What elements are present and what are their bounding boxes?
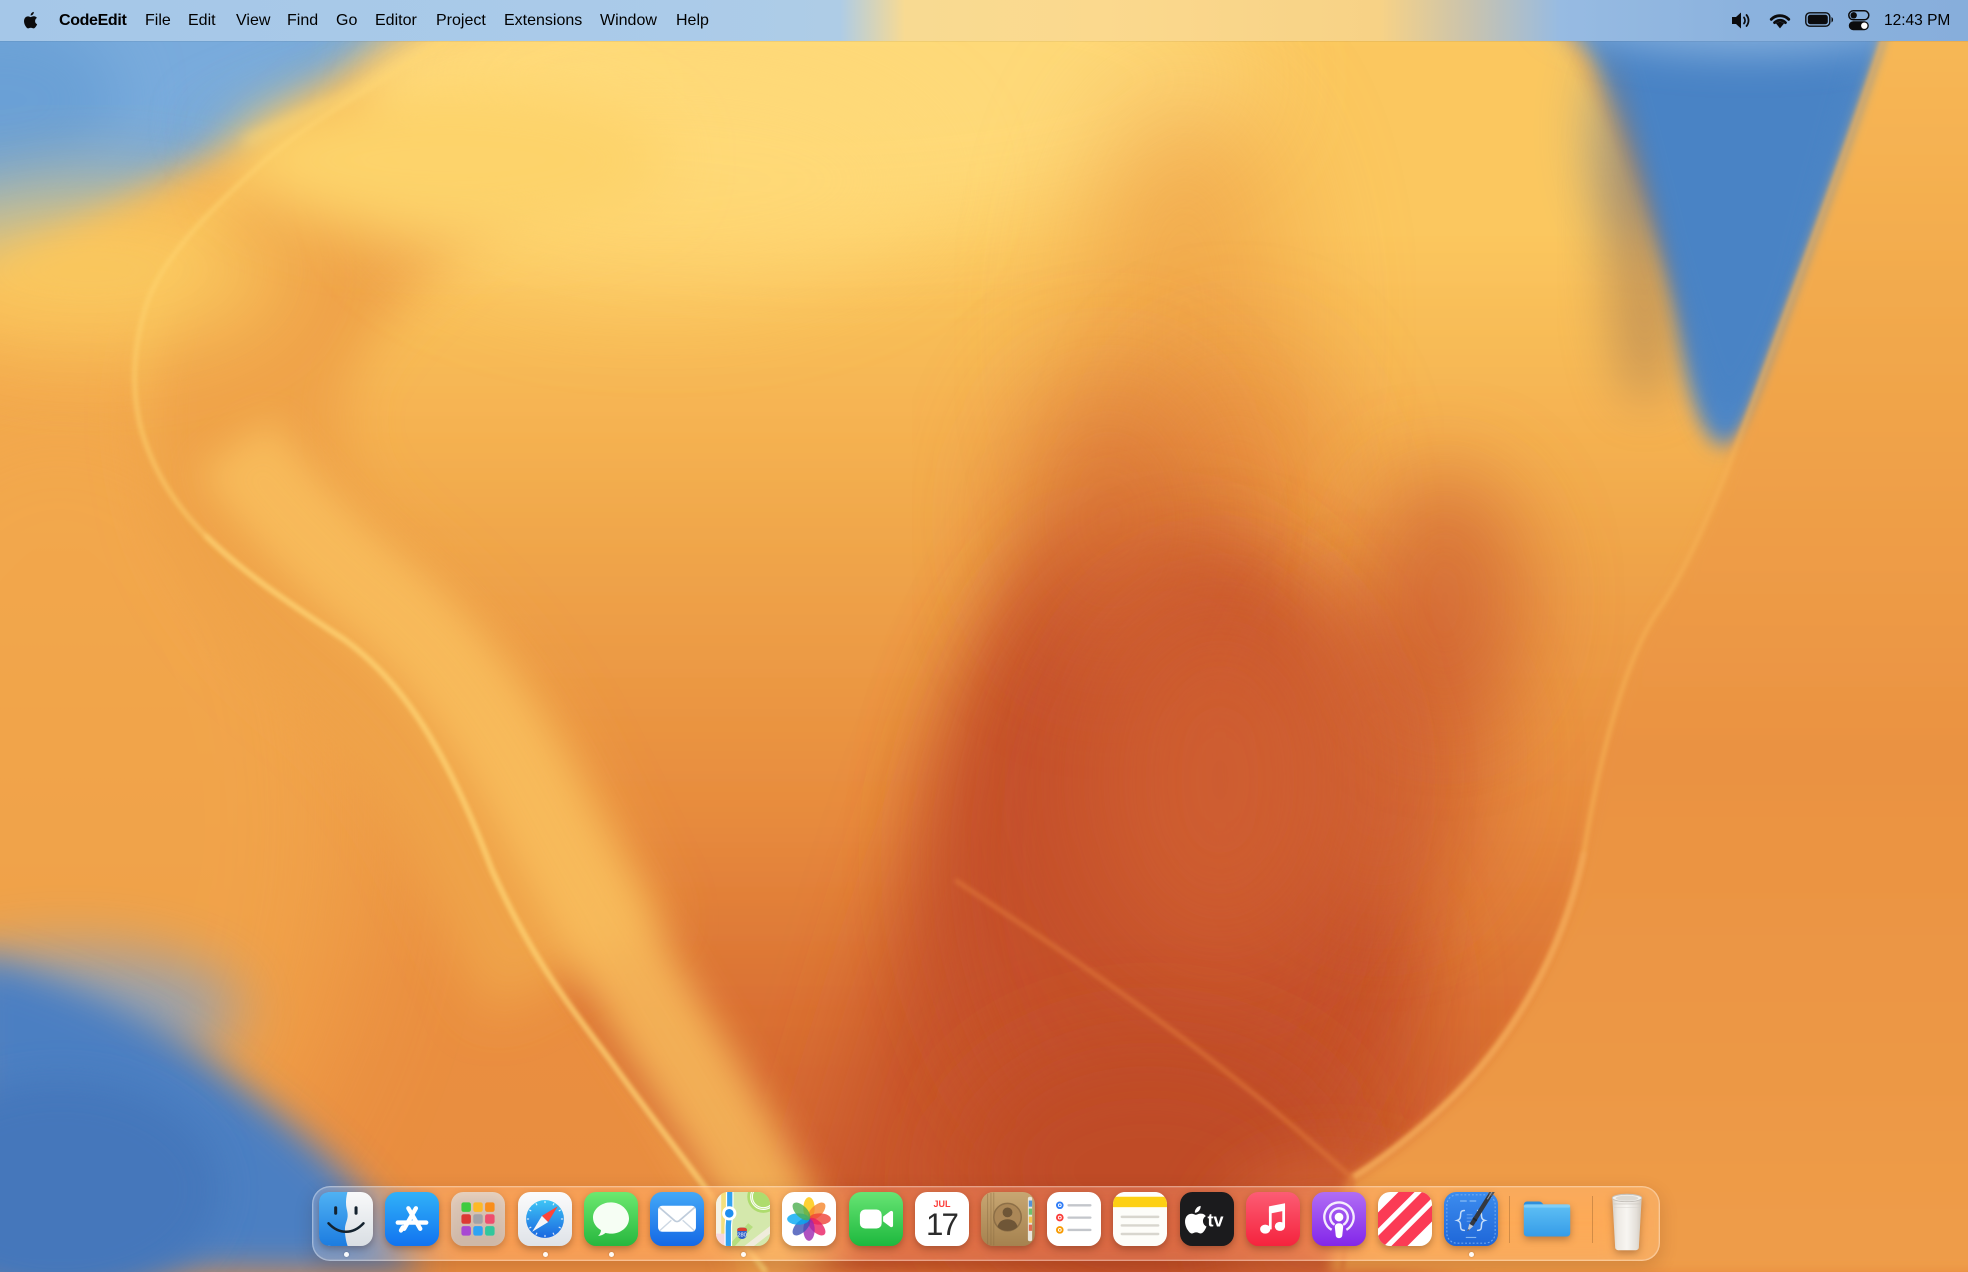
- svg-text:280: 280: [737, 1233, 746, 1239]
- svg-text:tv: tv: [1207, 1211, 1223, 1231]
- svg-text:17: 17: [926, 1207, 957, 1242]
